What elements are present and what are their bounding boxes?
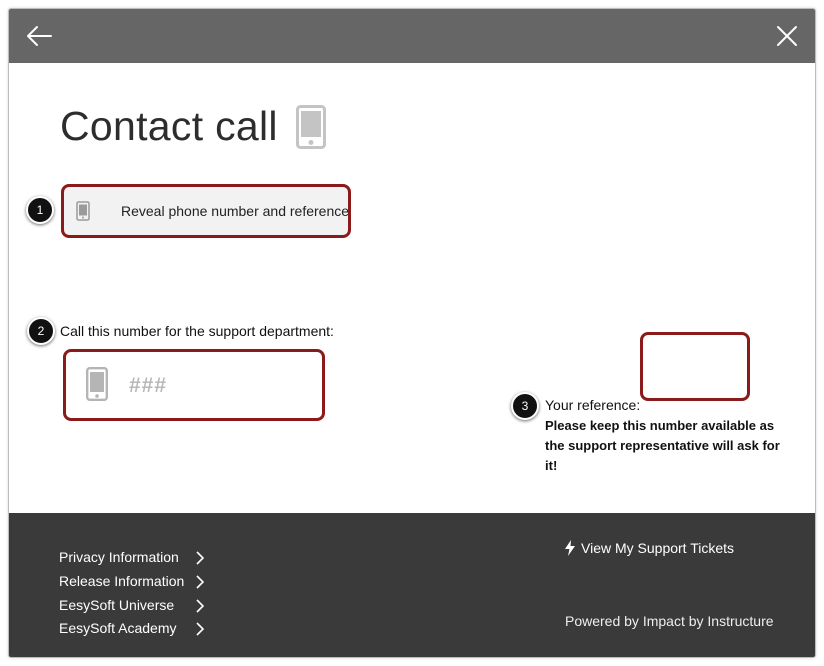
chevron-right-icon: [196, 575, 205, 589]
reference-note: Please keep this number available as the…: [545, 418, 780, 473]
callout-badge-2: 2: [27, 317, 55, 345]
arrow-left-icon: [27, 26, 52, 46]
page-title: Contact call: [60, 103, 278, 149]
reveal-phone-button[interactable]: Reveal phone number and reference: [61, 184, 351, 238]
callout-badge-1: 1: [26, 196, 54, 224]
footer: Privacy Information Release Information …: [9, 513, 815, 657]
view-support-tickets-link[interactable]: View My Support Tickets: [564, 540, 734, 556]
reference-value-box: [640, 332, 750, 401]
chevron-right-icon: [196, 599, 205, 613]
footer-link-label: EesySoft Universe: [59, 597, 175, 613]
powered-by-text: Powered by Impact by Instructure: [565, 613, 774, 629]
footer-link-label: Release Information: [59, 573, 185, 589]
phone-number-value: ###: [129, 374, 168, 397]
phone-number-box: ###: [63, 349, 325, 421]
chevron-right-icon: [196, 622, 205, 636]
page-header: Contact call: [60, 103, 326, 150]
callout-badge-3: 3: [511, 392, 539, 420]
top-bar: [9, 9, 815, 63]
call-number-label: Call this number for the support departm…: [60, 323, 334, 339]
mobile-phone-icon: [295, 104, 326, 149]
mobile-phone-icon: [76, 201, 90, 221]
support-window: Contact call 1 Reveal phone number and r…: [8, 8, 816, 658]
reveal-phone-label: Reveal phone number and reference: [121, 203, 350, 219]
view-support-tickets-label: View My Support Tickets: [581, 540, 735, 556]
footer-link-release[interactable]: Release Information: [59, 573, 205, 589]
footer-link-academy[interactable]: EesySoft Academy: [59, 620, 205, 636]
main-content: Contact call 1 Reveal phone number and r…: [9, 63, 815, 513]
footer-link-privacy[interactable]: Privacy Information: [59, 549, 205, 565]
close-icon: [777, 26, 797, 46]
reference-label: Your reference:: [545, 397, 641, 413]
lightning-bolt-icon: [565, 540, 575, 556]
footer-link-universe[interactable]: EesySoft Universe: [59, 597, 205, 613]
close-button[interactable]: [773, 22, 801, 50]
footer-link-label: Privacy Information: [59, 549, 179, 565]
back-button[interactable]: [23, 22, 55, 50]
chevron-right-icon: [196, 551, 205, 565]
footer-link-label: EesySoft Academy: [59, 620, 177, 636]
mobile-phone-icon: [86, 367, 108, 401]
